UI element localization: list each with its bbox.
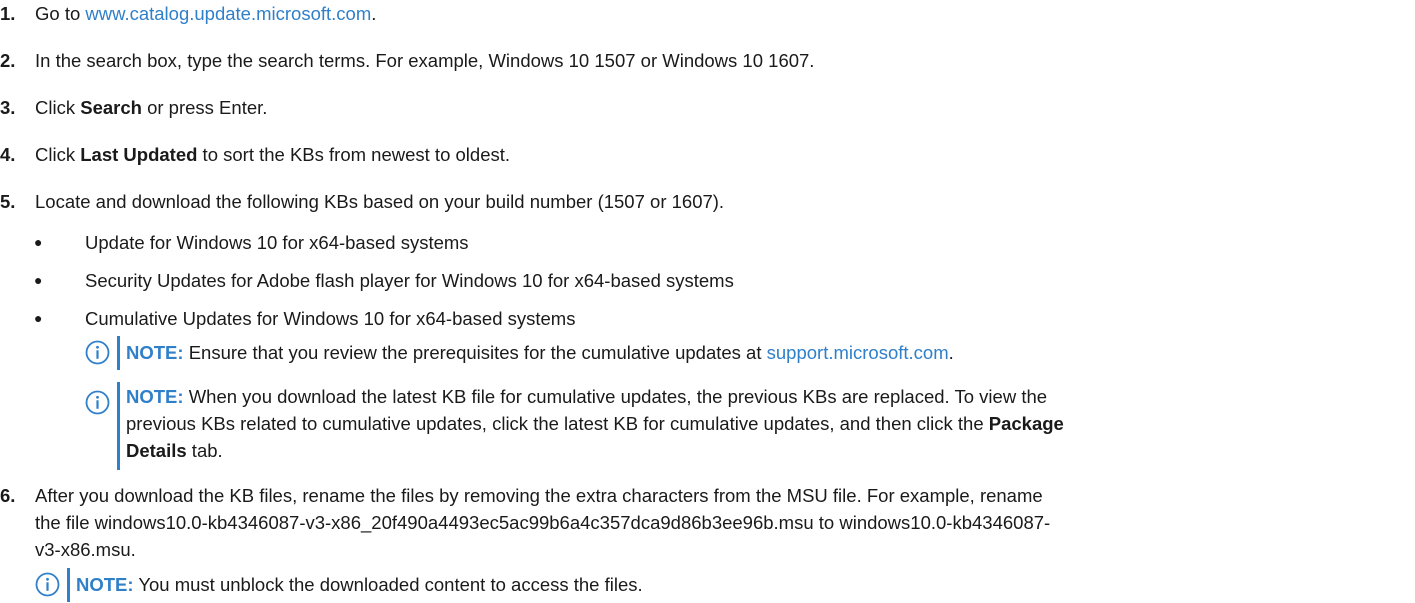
step-number: 2. [0,50,16,71]
step-text-line: After you download the KB files, rename … [35,485,1043,506]
note-label: NOTE: [126,386,184,407]
note-line: previous KBs related to cumulative updat… [126,410,1064,437]
step-text: Go to www.catalog.update.microsoft.com. [35,0,376,27]
note-accent-bar [117,336,120,370]
note-body: NOTE: You must unblock the downloaded co… [76,571,643,598]
step-text-line: the file windows10.0-kb4346087-v3-x86_20… [35,512,1051,533]
step-number: 5. [0,191,16,212]
note-label: NOTE: [76,574,134,595]
instructions-document: 1. Go to www.catalog.update.microsoft.co… [0,0,1415,603]
note-accent-bar [117,382,120,470]
bullet-icon: ● [34,310,43,326]
details-term: Details [126,440,187,461]
package-term: Package [988,413,1064,434]
note-accent-bar [67,568,70,602]
note-3: NOTE: You must unblock the downloaded co… [35,568,1335,602]
note-2: NOTE: When you download the latest KB fi… [85,382,1405,470]
support-link[interactable]: support.microsoft.com [767,342,949,363]
note-line: NOTE: When you download the latest KB fi… [126,383,1064,410]
step-text-post: to sort the KBs from newest to oldest. [197,144,511,165]
step-text-pre: Click [35,97,81,118]
note-text: When you download the latest KB file for… [183,386,1048,407]
bullet-icon: ● [34,272,43,288]
info-circle-icon [85,340,110,365]
step-text-pre: Click [35,144,81,165]
bullet-icon: ● [34,234,43,250]
info-circle-icon [85,390,110,415]
step-text-suffix: . [371,3,377,24]
step-number: 3. [0,97,16,118]
note-text: Ensure that you review the prerequisites… [183,342,767,363]
note-text: tab. [186,440,223,461]
step-number: 6. [0,485,16,506]
step-text-post: or press Enter. [141,97,268,118]
step-number: 1. [0,3,16,24]
info-circle-icon [35,572,60,597]
note-text-suffix: . [948,342,954,363]
search-term: Search [80,97,142,118]
note-1: NOTE: Ensure that you review the prerequ… [85,336,1405,370]
note-body: NOTE: Ensure that you review the prerequ… [126,339,954,366]
note-body: NOTE: When you download the latest KB fi… [126,383,1064,464]
bullet-text: Cumulative Updates for Windows 10 for x6… [85,308,576,329]
step-text: Click Last Updated to sort the KBs from … [35,141,510,168]
step-text: In the search box, type the search terms… [35,50,815,71]
bullet-text: Update for Windows 10 for x64-based syst… [85,232,469,253]
note-line: Details tab. [126,437,1064,464]
step-text: Click Search or press Enter. [35,94,267,121]
note-text: You must unblock the downloaded content … [133,574,643,595]
note-text: previous KBs related to cumulative updat… [126,413,989,434]
catalog-link[interactable]: www.catalog.update.microsoft.com [85,3,371,24]
note-label: NOTE: [126,342,184,363]
step-text: After you download the KB files, rename … [35,482,1050,563]
step-number: 4. [0,144,16,165]
step-text-prefix: Go to [35,3,86,24]
last-updated-term: Last Updated [80,144,198,165]
step-text-line: v3-x86.msu. [35,539,136,560]
step-text: Locate and download the following KBs ba… [35,191,725,212]
bullet-text: Security Updates for Adobe flash player … [85,270,734,291]
